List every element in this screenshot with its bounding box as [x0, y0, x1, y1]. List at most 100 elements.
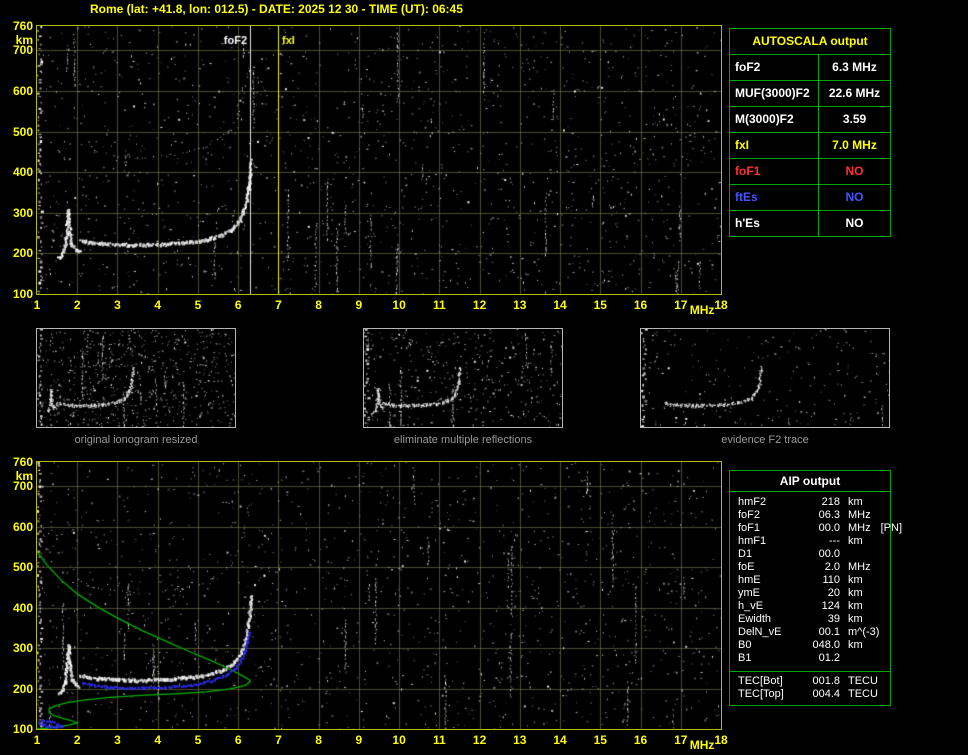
aip-row-unit: MHz	[848, 561, 871, 573]
aip-row-label: foF2	[738, 509, 761, 521]
autoscala-row-ftEs: ftEs NO	[730, 185, 890, 210]
aip-row-unit: m^(-3)	[848, 626, 880, 638]
x-tick-label: 10	[392, 298, 406, 312]
aip-row-D1: D1 00.0	[738, 548, 888, 561]
aip-rows: hmF2 218 km foF2 06.3 MHz foF1 00.0 MHz [PN] hmF1-…	[730, 492, 902, 667]
caption-no-multiples: eliminate multiple reflections	[393, 434, 533, 446]
aip-row-label: ymE	[738, 587, 760, 599]
x-tick-label: 3	[114, 733, 121, 747]
aip-row-DelN_vE: DelN_vE 00.1 m^(-3)	[738, 626, 888, 639]
autoscala-row-h'Es: h'Es NO	[730, 211, 890, 236]
aip-row-foF1: foF1 00.0 MHz [PN]	[738, 522, 902, 535]
aip-output-panel: AIP output hmF2 218 km foF2 06.3 MHz foF1 00.0 M…	[729, 470, 902, 706]
aip-row-value: ---	[829, 535, 840, 547]
autoscala-row-value: NO	[819, 211, 890, 236]
autoscala-row-M(3000)F2: M(3000)F2 3.59	[730, 107, 890, 132]
thumbnail-original-canvas	[37, 329, 235, 427]
autoscala-row-label: fxI	[730, 133, 818, 158]
autoscala-row-value: NO	[819, 185, 890, 210]
aip-row-unit: MHz	[848, 509, 871, 521]
aip-row-unit: km	[848, 613, 863, 625]
aip-row-value: 218	[821, 496, 840, 508]
x-tick-label: 13	[513, 733, 527, 747]
x-tick-label: 17	[674, 298, 688, 312]
x-tick-label: 10	[392, 733, 406, 747]
aip-row-value: 39	[827, 613, 840, 625]
ionogram-canvas-main	[37, 26, 721, 294]
aip-row-unit: km	[848, 639, 863, 651]
x-tick-label: 12	[472, 298, 487, 312]
thumbnail-original-ionogram	[36, 328, 236, 428]
y-tick-label: 400	[12, 165, 33, 180]
x-tick-label: 8	[315, 733, 322, 747]
aip-row-unit	[840, 548, 888, 561]
x-tick-label: 1	[33, 298, 41, 312]
aip-row-TEC[Bot]: TEC[Bot] 001.8 TECU	[738, 675, 888, 688]
station-date-title: Rome (lat: +41.8, lon: 012.5) - DATE: 20…	[90, 2, 463, 16]
y-tick-label: 760	[12, 455, 33, 469]
ionogram-plot-aip: 760 700 600 500 400 300 200 100 km 1 2 3 4 5 6 7 8 9 10 11 1…	[13, 455, 728, 752]
x-tick-label: 17	[674, 733, 688, 747]
aip-row-value: 004.4	[812, 688, 840, 700]
autoscala-row-value: NO	[819, 159, 890, 184]
autoscala-row-MUF(3000)F2: MUF(3000)F2 22.6 MHz	[730, 81, 890, 106]
aip-row-unit: TECU	[848, 675, 878, 687]
thumbnail-f2-trace	[640, 328, 890, 428]
aip-row-value: 2.0	[824, 561, 840, 573]
aip-row-h_vE: h_vE 124 km	[738, 600, 888, 613]
x-tick-label: 3	[114, 298, 121, 312]
x-tick-label: 5	[194, 298, 202, 312]
x-tick-label: 11	[433, 298, 446, 312]
x-tick-label: 16	[633, 733, 648, 747]
autoscala-row-fxI: fxI 7.0 MHz	[730, 133, 890, 158]
aip-row-label: hmF2	[738, 496, 767, 508]
aip-row-unit: km	[848, 587, 863, 599]
aip-row-label: h_vE	[738, 600, 764, 612]
x-tick-label: 2	[73, 733, 81, 747]
aip-row-foE: foE 2.0 MHz	[738, 561, 888, 574]
x-tick-label: 15	[593, 298, 607, 312]
aip-row-label: D1	[738, 548, 753, 560]
x-axis-unit-label: MHz	[689, 303, 715, 317]
x-tick-label: 12	[472, 733, 487, 747]
x-tick-label: 6	[234, 298, 242, 312]
x-tick-label: 4	[154, 733, 162, 747]
aip-panel-title: AIP output	[730, 471, 890, 492]
aip-row-label: DelN_vE	[738, 626, 782, 638]
caption-original-ionogram: original ionogram resized	[74, 434, 198, 446]
autoscala-row-label: foF1	[730, 159, 818, 184]
aip-tec-rows: TEC[Bot] 001.8 TECU TEC[Top] 004.4 TECU	[730, 675, 890, 701]
aip-row-value: 00.0	[818, 522, 840, 534]
aip-row-label: hmE	[738, 574, 761, 586]
x-tick-label: 16	[633, 298, 648, 312]
aip-row-B1: B1 01.2	[738, 652, 888, 665]
y-tick-label: 300	[12, 205, 33, 220]
thumbnail-no-multiples	[363, 328, 563, 428]
aip-row-label: hmF1	[738, 535, 767, 547]
x-tick-label: 9	[355, 733, 363, 747]
aip-row-value: 001.8	[812, 675, 840, 687]
aip-row-hmF2: hmF2 218 km	[738, 496, 888, 509]
aip-row-label: foF1	[738, 522, 761, 534]
autoscala-row-label: foF2	[730, 55, 818, 80]
autoscala-row-foF1: foF1 NO	[730, 159, 890, 184]
x-tick-label: 9	[355, 298, 363, 312]
y-tick-label: 500	[12, 124, 33, 139]
aip-row-label: foE	[738, 561, 755, 573]
aip-row-value: 20	[827, 587, 840, 599]
autoscala-row-label: h'Es	[730, 211, 818, 236]
x-tick-label: 14	[553, 733, 567, 747]
aip-row-label: TEC[Bot]	[738, 675, 783, 687]
autoscala-row-value: 7.0 MHz	[819, 133, 890, 158]
autoscala-row-label: ftEs	[730, 185, 818, 210]
aip-row-value: 06.3	[818, 509, 840, 521]
autoscala-row-label: M(3000)F2	[730, 107, 818, 132]
aip-row-unit: km	[848, 600, 863, 612]
y-axis-unit-label: km	[15, 469, 33, 483]
y-tick-label: 400	[12, 600, 33, 615]
y-axis-unit-label: km	[15, 33, 33, 47]
thumbnail-f2-trace-canvas	[641, 329, 889, 427]
caption-f2-trace: evidence F2 trace	[721, 434, 809, 446]
aip-row-value: 048.0	[812, 639, 840, 651]
x-tick-label: 7	[275, 733, 282, 747]
